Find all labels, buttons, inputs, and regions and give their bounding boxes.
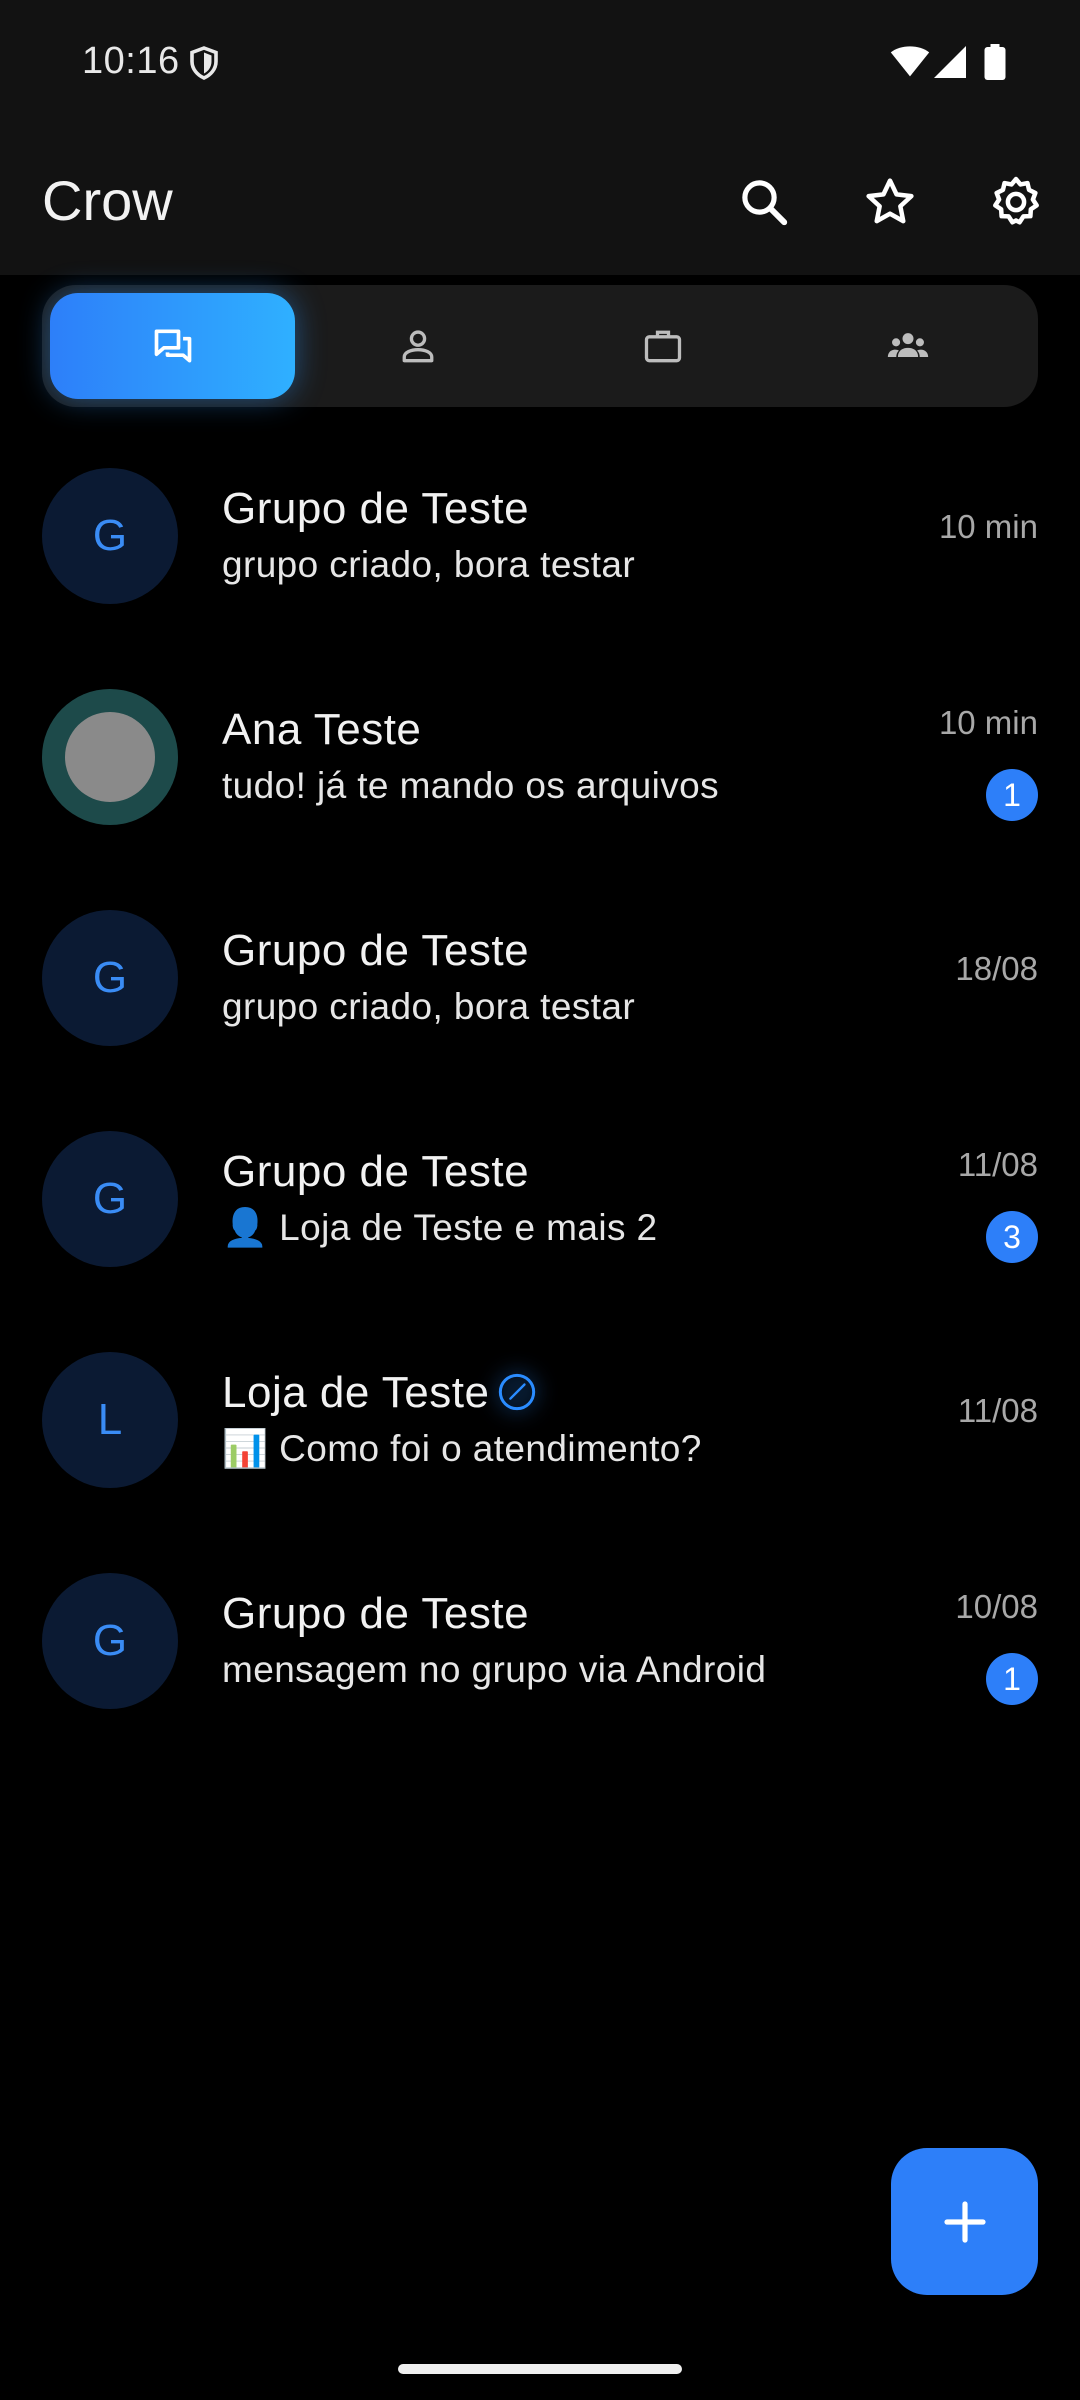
avatar: G [42, 468, 178, 604]
tab-business[interactable] [540, 293, 785, 399]
home-indicator[interactable] [398, 2364, 682, 2374]
chats-icon [154, 329, 191, 363]
chat-name-wrapper: Loja de Teste [222, 1368, 537, 1418]
chat-row[interactable]: G Grupo de Teste grupo criado, bora test… [0, 440, 1080, 661]
person-icon [402, 330, 433, 363]
chat-preview: 👤 Loja de Teste e mais 2 [222, 1207, 658, 1248]
chat-row[interactable]: L Loja de Teste 📊 Como foi o atendimento… [0, 1324, 1080, 1545]
chat-preview: 📊 Como foi o atendimento? [222, 1428, 702, 1469]
wifi-icon [890, 46, 930, 77]
avatar-initial: G [92, 1174, 128, 1223]
chat-time: 11/08 [957, 1146, 1038, 1183]
chat-row[interactable]: Ana Teste tudo! já te mando os arquivos … [0, 661, 1080, 882]
avatar-initial: L [97, 1395, 123, 1444]
avatar: G [42, 1573, 178, 1709]
avatar-initial: G [92, 953, 128, 1002]
chat-row[interactable]: G Grupo de Teste mensagem no grupo via A… [0, 1545, 1080, 1766]
chat-time: 10 min [938, 508, 1038, 545]
unread-badge: 3 [986, 1211, 1038, 1263]
chat-name: Grupo de Teste [222, 1147, 530, 1196]
verified-icon [499, 1374, 536, 1411]
tab-groups[interactable] [785, 293, 1030, 399]
chat-time: 10 min [938, 704, 1038, 741]
chat-name: Loja de Teste [222, 1368, 490, 1417]
avatar: G [42, 910, 178, 1046]
avatar-initial: G [92, 511, 128, 560]
chat-preview: tudo! já te mando os arquivos [222, 765, 720, 806]
groups-icon [887, 333, 928, 357]
app-title: Crow [42, 169, 173, 232]
chat-preview: grupo criado, bora testar [222, 986, 636, 1027]
settings-button[interactable] [976, 162, 1056, 242]
status-time: 10:16 [82, 40, 180, 82]
chat-preview: mensagem no grupo via Android [222, 1649, 767, 1690]
screen: 10:16 Crow G Grupo de Teste grupo criado… [0, 0, 1080, 2400]
chat-name: Grupo de Teste [222, 926, 530, 975]
favorites-button[interactable] [850, 162, 930, 242]
signal-icon [934, 46, 966, 78]
chat-list: G Grupo de Teste grupo criado, bora test… [0, 440, 1080, 1766]
chat-row[interactable]: G Grupo de Teste 👤 Loja de Teste e mais … [0, 1103, 1080, 1324]
search-icon [742, 180, 788, 226]
chat-time: 11/08 [957, 1392, 1038, 1429]
avatar [42, 689, 178, 825]
new-chat-button[interactable] [891, 2148, 1038, 2295]
shield-icon [190, 46, 218, 80]
briefcase-icon [644, 330, 681, 363]
chat-name: Ana Teste [222, 705, 422, 754]
chat-time: 10/08 [955, 1588, 1038, 1625]
chat-time: 18/08 [955, 950, 1038, 987]
plus-icon [943, 2200, 986, 2243]
tab-chats[interactable] [50, 293, 295, 399]
chat-name: Grupo de Teste [222, 1589, 530, 1638]
chat-preview: grupo criado, bora testar [222, 544, 636, 585]
chat-row[interactable]: G Grupo de Teste grupo criado, bora test… [0, 882, 1080, 1103]
unread-badge: 1 [986, 769, 1038, 821]
avatar: L [42, 1352, 178, 1488]
tab-bar [42, 285, 1038, 407]
unread-badge: 1 [986, 1653, 1038, 1705]
chat-name: Grupo de Teste [222, 484, 530, 533]
star-icon [866, 178, 914, 224]
settings-icon [993, 176, 1039, 225]
tab-contacts[interactable] [295, 293, 540, 399]
avatar-photo [65, 712, 155, 802]
search-button[interactable] [724, 162, 804, 242]
app-bar: Crow [0, 130, 1080, 275]
battery-icon [984, 44, 1006, 80]
avatar: G [42, 1131, 178, 1267]
status-bar: 10:16 [0, 0, 1080, 130]
avatar-initial: G [92, 1616, 128, 1665]
